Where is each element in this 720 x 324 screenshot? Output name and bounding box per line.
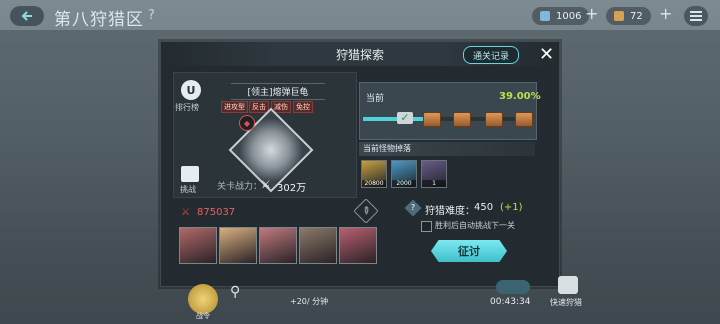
chest-icon[interactable] xyxy=(515,112,533,127)
progress-label: 当前 xyxy=(366,94,385,104)
challenge-label: 挑战 xyxy=(180,185,196,194)
hunt-explore-dialog: 狩猎探索 通关记录 ✕ U 排行榜 挑战 [领主]熔弹巨龟 进攻型 反击 减伤 … xyxy=(160,41,560,287)
hero-slot[interactable] xyxy=(299,227,337,264)
back-button[interactable] xyxy=(10,6,44,26)
chest-icon[interactable] xyxy=(485,112,503,127)
stage-power-value: 302万 xyxy=(277,183,307,194)
rate-text: +20/ 分钟 xyxy=(290,297,329,306)
difficulty-value: 450 xyxy=(474,202,494,213)
token-resource-icon xyxy=(614,11,624,21)
battle-pass-label: 战令 xyxy=(196,312,210,320)
hero-slot[interactable] xyxy=(259,227,297,264)
shield-resource-icon xyxy=(540,11,550,21)
battle-pass-icon[interactable] xyxy=(188,284,218,314)
quick-hunt-icon[interactable] xyxy=(558,276,578,294)
attack-power-icon: ⚔ xyxy=(181,207,190,218)
timer-icon xyxy=(496,280,530,294)
drop-count: 20800 xyxy=(362,180,386,187)
check-icon: ✓ xyxy=(397,112,413,124)
chest-icon[interactable] xyxy=(423,112,441,127)
clear-record-button[interactable]: 通关记录 xyxy=(463,46,519,64)
add-resource1-button[interactable]: + xyxy=(585,4,598,23)
page-title: 第八狩猎区 xyxy=(54,10,144,30)
hero-slot[interactable] xyxy=(339,227,377,264)
chest-icon[interactable] xyxy=(453,112,471,127)
timer-text: 00:43:34 xyxy=(490,297,531,307)
ranking-icon[interactable]: U xyxy=(181,80,201,100)
drops-header: 当前怪物掉落 xyxy=(359,142,535,156)
add-resource2-button[interactable]: + xyxy=(659,4,672,23)
boss-name: [领主]熔弹巨龟 xyxy=(231,83,325,100)
edit-team-icon[interactable]: ✎ xyxy=(353,198,379,224)
progress-percent: 39.00% xyxy=(499,91,541,102)
hero-slot[interactable] xyxy=(179,227,217,264)
drop-count: 1 xyxy=(422,180,446,187)
boss-emblem-icon: ◆ xyxy=(239,115,255,131)
stage-power-label: 关卡战力： xyxy=(217,182,263,192)
difficulty-bonus: (+1) xyxy=(500,202,523,213)
arrow-left-icon xyxy=(21,11,32,21)
attack-button[interactable]: 征讨 xyxy=(431,240,507,262)
team-power-value: 875037 xyxy=(197,207,236,218)
drop-item-crystal[interactable]: 2000 xyxy=(391,160,417,188)
challenge-icon[interactable] xyxy=(181,166,199,182)
hero-slot[interactable] xyxy=(219,227,257,264)
crossed-swords-icon: ⚔ xyxy=(261,178,271,191)
progress-fill xyxy=(363,117,429,121)
quick-hunt-label: 快速狩猎 xyxy=(550,298,582,307)
boss-tag: 进攻型 xyxy=(221,101,248,113)
auto-next-label: 胜利后自动挑战下一关 xyxy=(435,221,515,230)
resource1-value: 1006 xyxy=(556,10,582,22)
difficulty-help-icon[interactable]: ? xyxy=(404,199,422,217)
difficulty-label: 狩猎难度： xyxy=(425,206,475,217)
search-icon[interactable]: ⚲ xyxy=(230,284,240,300)
resource2-value: 72 xyxy=(630,10,643,22)
boss-tag: 免控 xyxy=(293,101,313,113)
menu-button[interactable] xyxy=(684,6,708,26)
drop-item-gold[interactable]: 20800 xyxy=(361,160,387,188)
resource-counter-1: 1006 xyxy=(532,7,590,25)
drop-item-bullet[interactable]: 1 xyxy=(421,160,447,188)
ranking-label: 排行榜 xyxy=(175,103,199,112)
auto-next-checkbox[interactable] xyxy=(421,221,432,232)
resource-counter-2: 72 xyxy=(606,7,651,25)
help-icon[interactable]: ? xyxy=(148,8,155,23)
close-icon[interactable]: ✕ xyxy=(539,44,554,65)
drop-count: 2000 xyxy=(392,180,416,187)
